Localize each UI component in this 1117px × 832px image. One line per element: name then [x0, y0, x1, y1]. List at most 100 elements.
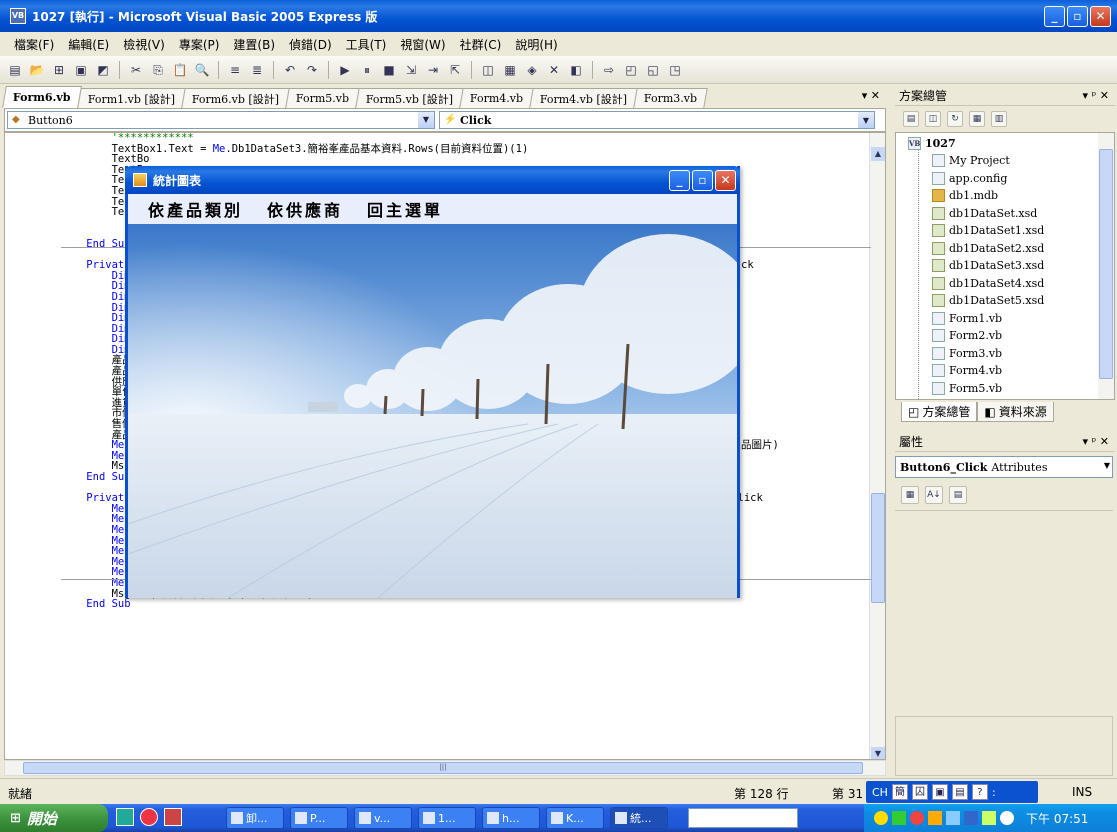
panel-controls[interactable]: ▾ ᵖ ✕ [1083, 435, 1109, 448]
open-file-icon[interactable]: 📂 [28, 61, 46, 79]
properties-icon[interactable]: ▤ [903, 111, 919, 127]
tab-form1-design[interactable]: Form1.vb [設計] [76, 88, 186, 108]
taskbar-button[interactable]: 1... [418, 807, 476, 829]
properties-grid[interactable] [895, 510, 1113, 716]
taskbar-button[interactable]: P... [290, 807, 348, 829]
solution-tree-item[interactable]: db1.mdb [932, 187, 998, 204]
solution-root[interactable]: VB 1027 [908, 135, 956, 152]
scroll-thumb[interactable]: ||| [23, 762, 863, 774]
step-out-icon[interactable]: ⇱ [446, 61, 464, 79]
taskbar-search[interactable] [688, 808, 798, 828]
solution-tree-item[interactable]: Form5.vb [932, 380, 1002, 397]
add-item-icon[interactable]: ⊞ [50, 61, 68, 79]
browser-icon[interactable] [140, 808, 158, 826]
language-bar[interactable]: CH 簡 囚 ▣ ▤ ? : [866, 781, 1038, 803]
menu-project[interactable]: 專案(P) [179, 36, 220, 53]
object-combo[interactable]: ◆ Button6 ▼ [7, 111, 435, 129]
tab-solution-explorer[interactable]: ◰ 方案總管 [901, 402, 978, 422]
minimize-button[interactable]: _ [1044, 6, 1065, 27]
menu-build[interactable]: 建置(B) [233, 36, 275, 53]
title-bar[interactable]: VB 1027 [執行] - Microsoft Visual Basic 20… [0, 0, 1117, 32]
paste-icon[interactable]: 📋 [171, 61, 189, 79]
vertical-scrollbar[interactable]: ▲ ▼ [869, 133, 885, 759]
tools-icon[interactable]: ▤ [951, 784, 968, 800]
desktop-icon[interactable] [116, 808, 134, 826]
tab-form5-vb[interactable]: Form5.vb [285, 88, 360, 108]
scroll-up-icon[interactable]: ▲ [871, 147, 885, 161]
solution-tree-item[interactable]: db1DataSet4.xsd [932, 275, 1044, 292]
redo-icon[interactable]: ↷ [303, 61, 321, 79]
solution-explorer-icon[interactable]: ◫ [479, 61, 497, 79]
solution-tree-item[interactable]: db1DataSet2.xsd [932, 240, 1044, 257]
view-designer-icon[interactable]: ▥ [991, 111, 1007, 127]
refresh-icon[interactable]: ↻ [947, 111, 963, 127]
menu-by-supplier[interactable]: 依供應商 [267, 197, 343, 221]
save-icon[interactable]: ▣ [72, 61, 90, 79]
scroll-thumb[interactable] [1099, 149, 1113, 379]
tray-icon[interactable] [964, 811, 978, 825]
langbar-options[interactable]: : [992, 786, 996, 799]
tab-form6-design[interactable]: Form6.vb [設計] [180, 88, 290, 108]
tab-form4-vb[interactable]: Form4.vb [459, 88, 535, 108]
ime-mode-icon[interactable]: 囚 [911, 784, 928, 800]
tab-form3-vb[interactable]: Form3.vb [633, 88, 709, 108]
minimize-button[interactable]: _ [669, 170, 690, 191]
solution-tree-item[interactable]: Form6.vb [932, 397, 1002, 399]
tab-data-sources[interactable]: ◧ 資料來源 [977, 402, 1054, 422]
format-icon[interactable]: ◱ [644, 61, 662, 79]
menu-help[interactable]: 說明(H) [515, 36, 557, 53]
horizontal-scrollbar[interactable]: ||| [4, 760, 886, 776]
taskbar-button[interactable]: h... [482, 807, 540, 829]
show-all-files-icon[interactable]: ◫ [925, 111, 941, 127]
step-into-icon[interactable]: ⇲ [402, 61, 420, 79]
undo-icon[interactable]: ↶ [281, 61, 299, 79]
alphabetical-icon[interactable]: A↓ [925, 486, 943, 504]
menu-view[interactable]: 檢視(V) [123, 36, 165, 53]
solution-tree-item[interactable]: db1DataSet1.xsd [932, 222, 1044, 239]
solution-tree-item[interactable]: Form1.vb [932, 310, 1002, 327]
taskbar-button[interactable]: K... [546, 807, 604, 829]
object-browser-icon[interactable]: ◈ [523, 61, 541, 79]
close-button[interactable]: ✕ [1090, 6, 1111, 27]
code-line[interactable]: End Sub [61, 599, 763, 610]
dialog-title-bar[interactable]: 統計圖表 _ ▫ ✕ [125, 166, 740, 194]
tab-form6-vb[interactable]: Form6.vb [2, 86, 82, 108]
taskbar-button[interactable]: 統... [610, 807, 668, 829]
help-icon[interactable]: ? [971, 784, 988, 800]
menu-back-main[interactable]: 回主選單 [367, 197, 443, 221]
chevron-down-icon[interactable]: ▼ [418, 112, 434, 128]
properties-object-combo[interactable]: Button6_Click Attributes ▼ [895, 456, 1113, 478]
property-pages-icon[interactable]: ▤ [949, 486, 967, 504]
tab-form5-design[interactable]: Form5.vb [設計] [355, 88, 464, 108]
lang-code[interactable]: CH [872, 786, 888, 799]
tray-icon[interactable] [982, 811, 996, 825]
properties-icon[interactable]: ▦ [501, 61, 519, 79]
menu-file[interactable]: 檔案(F) [14, 36, 54, 53]
start-button[interactable]: ⊞ 開始 [0, 804, 108, 832]
clock[interactable]: 下午 07:51 [1026, 810, 1088, 827]
code-line[interactable]: TextBox1.Text = Me.Db1DataSet3.簡裕峯產品基本資料… [61, 143, 763, 155]
taskbar-button[interactable]: 卸... [226, 807, 284, 829]
menu-community[interactable]: 社群(C) [460, 36, 502, 53]
categorized-icon[interactable]: ▦ [901, 486, 919, 504]
cut-icon[interactable]: ✂ [127, 61, 145, 79]
solution-tree-item[interactable]: db1DataSet.xsd [932, 205, 1037, 222]
find-icon[interactable]: 🔍 [193, 61, 211, 79]
toolbox-icon[interactable]: ✕ [545, 61, 563, 79]
solution-tree-item[interactable]: app.config [932, 170, 1007, 187]
new-project-icon[interactable]: ▤ [6, 61, 24, 79]
stop-icon[interactable]: ■ [380, 61, 398, 79]
menu-edit[interactable]: 編輯(E) [68, 36, 109, 53]
tray-icon[interactable] [946, 811, 960, 825]
chevron-down-icon[interactable]: ▼ [858, 112, 874, 128]
save-all-icon[interactable]: ◩ [94, 61, 112, 79]
tray-icon[interactable] [892, 811, 906, 825]
scroll-down-icon[interactable]: ▼ [871, 747, 885, 759]
tree-scrollbar[interactable] [1098, 133, 1114, 399]
menu-window[interactable]: 視窗(W) [400, 36, 445, 53]
method-combo[interactable]: ⚡ Click ▼ [439, 111, 875, 129]
solution-tree-item[interactable]: db1DataSet3.xsd [932, 257, 1044, 274]
solution-tree-item[interactable]: Form3.vb [932, 345, 1002, 362]
layout-icon[interactable]: ◰ [622, 61, 640, 79]
panel-controls[interactable]: ▾ ᵖ ✕ [1083, 89, 1109, 102]
